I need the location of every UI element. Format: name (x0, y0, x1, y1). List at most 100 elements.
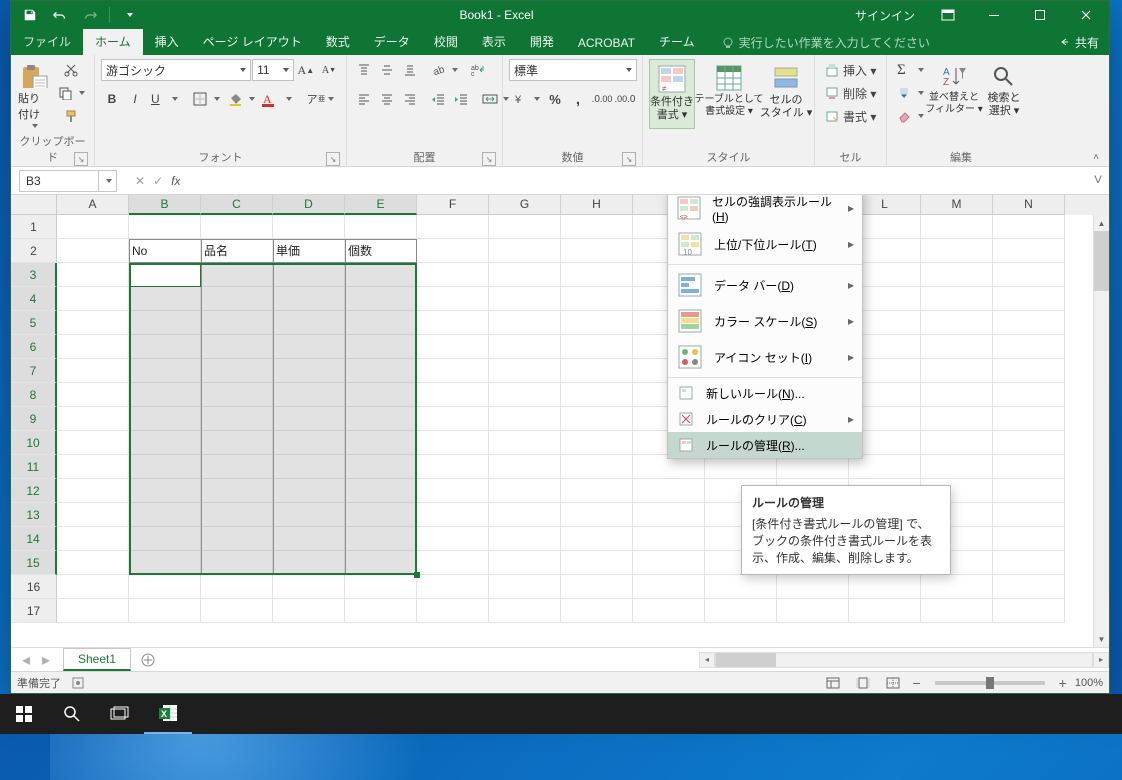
col-header-D[interactable]: D (273, 195, 345, 215)
menu-highlight-rules[interactable]: ≤≥ セルの強調表示ルール(H) ▸ (668, 195, 862, 226)
tab-acrobat[interactable]: ACROBAT (566, 32, 647, 55)
cell-C12[interactable] (201, 479, 273, 503)
cell-F13[interactable] (417, 503, 489, 527)
col-header-E[interactable]: E (345, 195, 417, 215)
cell-M8[interactable] (921, 383, 993, 407)
underline-button[interactable]: U (147, 88, 181, 110)
cell-D17[interactable] (273, 599, 345, 623)
vertical-scrollbar[interactable]: ▲ ▼ (1093, 215, 1109, 647)
cell-H16[interactable] (561, 575, 633, 599)
cell-N14[interactable] (993, 527, 1065, 551)
cell-G11[interactable] (489, 455, 561, 479)
cell-A15[interactable] (57, 551, 129, 575)
cell-G13[interactable] (489, 503, 561, 527)
autosum-button[interactable]: Σ (893, 59, 927, 81)
qat-customize[interactable] (116, 3, 142, 27)
row-header-12[interactable]: 12 (11, 479, 57, 503)
cell-M16[interactable] (921, 575, 993, 599)
fill-button[interactable] (893, 82, 927, 104)
cell-N11[interactable] (993, 455, 1065, 479)
cell-D7[interactable] (273, 359, 345, 383)
cell-G14[interactable] (489, 527, 561, 551)
save-button[interactable] (17, 3, 43, 27)
cell-D16[interactable] (273, 575, 345, 599)
font-dialog-launcher[interactable]: ↘ (326, 152, 340, 166)
paste-button[interactable]: 貼り付け (17, 59, 50, 129)
cell-N3[interactable] (993, 263, 1065, 287)
cell-B16[interactable] (129, 575, 201, 599)
cell-A17[interactable] (57, 599, 129, 623)
cell-M1[interactable] (921, 215, 993, 239)
cell-E13[interactable] (345, 503, 417, 527)
cell-J17[interactable] (705, 599, 777, 623)
row-header-13[interactable]: 13 (11, 503, 57, 527)
alignment-dialog-launcher[interactable]: ↘ (482, 152, 496, 166)
col-header-H[interactable]: H (561, 195, 633, 215)
cell-D15[interactable] (273, 551, 345, 575)
horizontal-scrollbar[interactable]: ◂ ▸ (699, 652, 1109, 668)
cell-A1[interactable] (57, 215, 129, 239)
cell-G8[interactable] (489, 383, 561, 407)
cell-I17[interactable] (633, 599, 705, 623)
zoom-level[interactable]: 100% (1075, 677, 1103, 689)
cell-L17[interactable] (849, 599, 921, 623)
cell-C2[interactable]: 品名 (201, 239, 273, 263)
cell-I15[interactable] (633, 551, 705, 575)
cell-F16[interactable] (417, 575, 489, 599)
menu-manage-rules[interactable]: ルールの管理(R)... (668, 432, 862, 458)
cell-F14[interactable] (417, 527, 489, 551)
cell-G9[interactable] (489, 407, 561, 431)
col-header-N[interactable]: N (993, 195, 1065, 215)
cell-I14[interactable] (633, 527, 705, 551)
cell-E7[interactable] (345, 359, 417, 383)
cell-C4[interactable] (201, 287, 273, 311)
cell-H10[interactable] (561, 431, 633, 455)
menu-new-rule[interactable]: 新しいルール(N)... (668, 380, 862, 406)
font-name-combo[interactable]: 游ゴシック (101, 59, 251, 81)
cell-H5[interactable] (561, 311, 633, 335)
cell-G6[interactable] (489, 335, 561, 359)
tab-home[interactable]: ホーム (83, 29, 143, 55)
italic-button[interactable]: I (124, 88, 146, 110)
cell-N5[interactable] (993, 311, 1065, 335)
format-painter-button[interactable] (54, 105, 88, 127)
row-header-4[interactable]: 4 (11, 287, 57, 311)
sort-filter-button[interactable]: AZ 並べ替えと フィルター ▾ (931, 59, 977, 129)
tab-file[interactable]: ファイル (11, 29, 83, 55)
cell-B3[interactable] (129, 263, 201, 287)
cell-F3[interactable] (417, 263, 489, 287)
cell-H4[interactable] (561, 287, 633, 311)
formula-input[interactable] (180, 170, 1087, 192)
cell-E12[interactable] (345, 479, 417, 503)
close-button[interactable] (1063, 1, 1109, 29)
name-box-dropdown[interactable] (98, 171, 116, 191)
cell-H12[interactable] (561, 479, 633, 503)
view-page-layout-button[interactable] (852, 674, 874, 692)
orientation-button[interactable]: ab (427, 59, 461, 81)
tab-data[interactable]: データ (362, 29, 422, 55)
signin-button[interactable]: サインイン (845, 1, 925, 29)
cell-F10[interactable] (417, 431, 489, 455)
cell-M5[interactable] (921, 311, 993, 335)
cell-E14[interactable] (345, 527, 417, 551)
align-middle-button[interactable] (376, 59, 398, 81)
cell-D12[interactable] (273, 479, 345, 503)
zoom-in-button[interactable]: + (1059, 675, 1067, 691)
cell-E10[interactable] (345, 431, 417, 455)
borders-button[interactable] (189, 88, 223, 110)
cell-D8[interactable] (273, 383, 345, 407)
align-bottom-button[interactable] (399, 59, 421, 81)
row-header-16[interactable]: 16 (11, 575, 57, 599)
cell-A9[interactable] (57, 407, 129, 431)
clear-button[interactable] (893, 105, 927, 127)
cell-F4[interactable] (417, 287, 489, 311)
menu-icon-sets[interactable]: アイコン セット(I) ▸ (668, 339, 862, 375)
name-box[interactable]: B3 (19, 170, 117, 192)
tab-insert[interactable]: 挿入 (143, 29, 191, 55)
cell-E4[interactable] (345, 287, 417, 311)
number-format-combo[interactable]: 標準 (509, 59, 637, 81)
cell-C16[interactable] (201, 575, 273, 599)
cell-E16[interactable] (345, 575, 417, 599)
cell-F9[interactable] (417, 407, 489, 431)
fill-color-button[interactable] (224, 88, 258, 110)
